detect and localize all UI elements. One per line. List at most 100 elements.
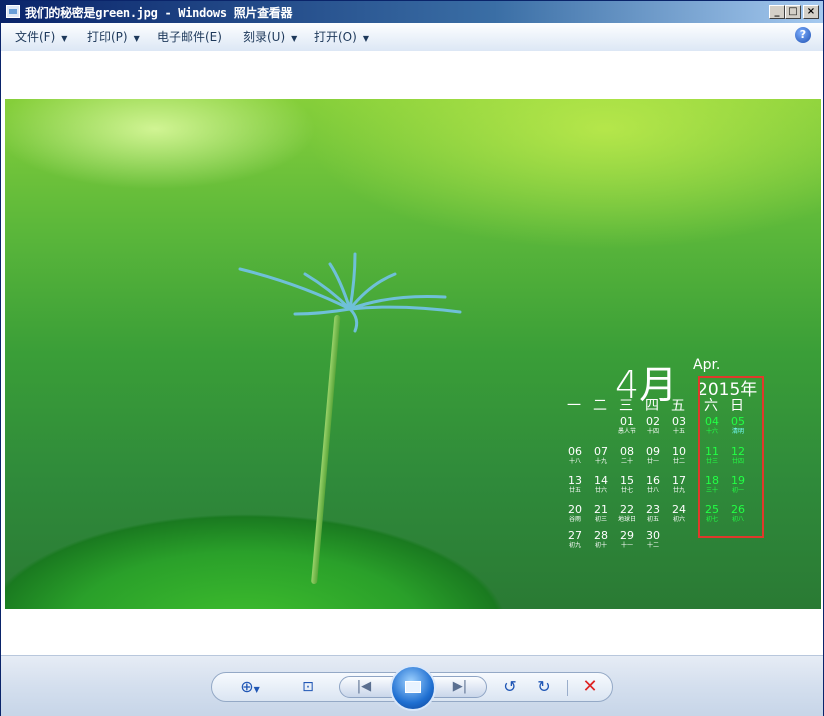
rotate-clockwise-icon[interactable]: ↻ [533, 677, 555, 697]
menu-email[interactable]: 电子邮件(E) [157, 28, 222, 45]
calendar-day-lunar: 十九 [594, 458, 607, 465]
calendar-day: 28 初十 [590, 529, 612, 550]
calendar-day-lunar: 初九 [568, 542, 581, 549]
calendar-day: 10 廿二 [668, 445, 690, 466]
calendar-day: 23 初五 [642, 503, 664, 524]
calendar-day-number: 24 [672, 503, 686, 516]
calendar-day: 21 初三 [590, 503, 612, 524]
calendar-day-number: 08 [620, 445, 634, 458]
calendar-day-number: 02 [646, 415, 660, 428]
calendar-day-lunar: 廿一 [646, 458, 659, 465]
calendar-day: 29 十一 [616, 529, 638, 550]
bottom-toolbar: ⊕▼ ⊡ |◀ ▶| ↺ ↻ ✕ [1, 655, 823, 716]
calendar-day-lunar: 谷雨 [568, 516, 581, 523]
calendar-day: 20 谷雨 [564, 503, 586, 524]
calendar-day-lunar: 初十 [594, 542, 607, 549]
delete-icon[interactable]: ✕ [579, 677, 601, 697]
chevron-down-icon: ▼ [362, 34, 369, 43]
calendar-day-number: 20 [568, 503, 582, 516]
calendar-day-lunar: 地球日 [617, 516, 636, 523]
maximize-button[interactable]: □ [785, 5, 801, 19]
calendar-weekday: 一 [567, 398, 581, 414]
calendar-day-number: 22 [620, 503, 634, 516]
calendar-day-number: 28 [594, 529, 608, 542]
calendar-day-lunar: 廿二 [672, 458, 685, 465]
previous-icon[interactable]: |◀ [353, 677, 375, 697]
menu-open[interactable]: 打开(O) ▼ [314, 28, 369, 45]
calendar-day-number: 21 [594, 503, 608, 516]
calendar-day-number: 27 [568, 529, 582, 542]
calendar-day: 06 十八 [564, 445, 586, 466]
calendar-day: 03 十五 [668, 415, 690, 436]
calendar-day-lunar: 愚人节 [617, 428, 636, 435]
calendar-day-number: 10 [672, 445, 686, 458]
sprout-leaves [238, 252, 462, 333]
zoom-magnifier-icon[interactable]: ⊕▼ [239, 677, 261, 697]
calendar-day-lunar: 初三 [594, 516, 607, 523]
menu-bar: 文件(F) ▼ 打印(P) ▼ 电子邮件(E) 刻录(U) ▼ 打开(O) ▼ ? [1, 23, 823, 52]
calendar-day: 22 地球日 [616, 503, 638, 524]
calendar-day-number: 23 [646, 503, 660, 516]
calendar-day-number: 03 [672, 415, 686, 428]
calendar-day: 24 初六 [668, 503, 690, 524]
calendar-weekday: 二 [593, 398, 607, 414]
menu-open-label: 打开(O) [314, 30, 357, 44]
calendar-day: 07 十九 [590, 445, 612, 466]
calendar-day-number: 17 [672, 474, 686, 487]
calendar-day-lunar: 廿八 [646, 487, 659, 494]
moss-mound [5, 479, 565, 609]
calendar-day: 15 廿七 [616, 474, 638, 495]
weekend-highlight-box [698, 376, 764, 538]
calendar-day: 02 十四 [642, 415, 664, 436]
calendar-day-lunar: 十五 [672, 428, 685, 435]
calendar-day: 14 廿六 [590, 474, 612, 495]
calendar-day-number: 09 [646, 445, 660, 458]
calendar-day-lunar: 廿七 [620, 487, 633, 494]
menu-file-label: 文件(F) [15, 30, 56, 44]
actual-size-icon[interactable]: ⊡ [297, 677, 319, 697]
calendar-day-number: 16 [646, 474, 660, 487]
calendar-day: 16 廿八 [642, 474, 664, 495]
title-bar[interactable]: 我们的秘密是green.jpg - Windows 照片查看器 _ □ × [1, 1, 823, 23]
photo-image: 4月 Apr. 2015年 一二三四五六日 01 愚人节 02 十四 03 十五 04 十六 0… [5, 99, 821, 609]
menu-print[interactable]: 打印(P) ▼ [87, 28, 140, 45]
calendar-day-lunar: 二十 [620, 458, 633, 465]
calendar-day-number: 15 [620, 474, 634, 487]
chevron-down-icon: ▼ [133, 34, 140, 43]
rotate-counterclockwise-icon[interactable]: ↺ [499, 677, 521, 697]
calendar-weekday: 三 [619, 398, 633, 414]
calendar-day-lunar: 初六 [672, 516, 685, 523]
calendar-weekday: 五 [671, 398, 685, 414]
help-icon[interactable]: ? [795, 27, 811, 43]
calendar-day-number: 07 [594, 445, 608, 458]
calendar-day-lunar: 十一 [620, 542, 633, 549]
toolbar-separator [567, 680, 568, 696]
calendar-day-lunar: 十八 [568, 458, 581, 465]
next-icon[interactable]: ▶| [449, 677, 471, 697]
minimize-button[interactable]: _ [769, 5, 785, 19]
slideshow-icon[interactable] [390, 665, 436, 711]
menu-email-label: 电子邮件(E) [157, 30, 222, 44]
menu-burn[interactable]: 刻录(U) ▼ [243, 28, 297, 45]
calendar-day: 13 廿五 [564, 474, 586, 495]
calendar-day: 08 二十 [616, 445, 638, 466]
calendar-day: 27 初九 [564, 529, 586, 550]
image-canvas[interactable]: 4月 Apr. 2015年 一二三四五六日 01 愚人节 02 十四 03 十五 04 十六 0… [1, 51, 823, 655]
calendar-day: 09 廿一 [642, 445, 664, 466]
app-icon [6, 5, 20, 18]
menu-file[interactable]: 文件(F) ▼ [15, 28, 67, 45]
calendar-day-lunar: 廿五 [568, 487, 581, 494]
calendar-day-number: 01 [620, 415, 634, 428]
menu-burn-label: 刻录(U) [243, 30, 286, 44]
calendar-day: 30 十二 [642, 529, 664, 550]
calendar-day-number: 29 [620, 529, 634, 542]
close-button[interactable]: × [803, 5, 819, 19]
calendar-day-lunar: 廿六 [594, 487, 607, 494]
chevron-down-icon: ▼ [61, 34, 68, 43]
calendar-day-number: 14 [594, 474, 608, 487]
calendar-day-lunar: 十二 [646, 542, 659, 549]
menu-print-label: 打印(P) [87, 30, 128, 44]
calendar-day-lunar: 十四 [646, 428, 659, 435]
window-title: 我们的秘密是green.jpg - Windows 照片查看器 [25, 6, 293, 20]
calendar-day-number: 30 [646, 529, 660, 542]
